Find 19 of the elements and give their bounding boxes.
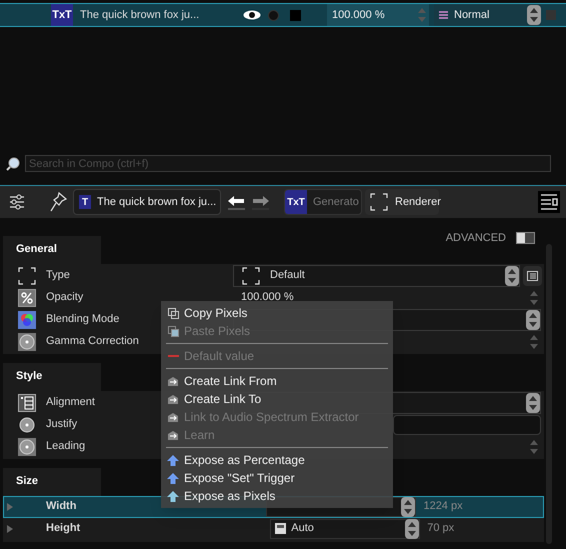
text-generator-icon: TxT (285, 190, 307, 214)
parameter-label: Type (46, 268, 70, 284)
parameter-label: Leading (46, 439, 86, 454)
section-header: General (3, 236, 101, 264)
parameter-label: Blending Mode (46, 312, 120, 328)
text-generator-icon: TxT (51, 4, 73, 26)
text-icon: T (79, 195, 91, 209)
parameter-label: Height (46, 521, 80, 536)
parameter-label: Gamma Correction (46, 334, 139, 350)
parameter-label: Justify (46, 417, 78, 432)
section-header: Style (3, 362, 101, 390)
layer-name: The quick brown fox ju... (80, 8, 200, 23)
parameter-label: Opacity (46, 290, 84, 306)
parameter-label: Alignment (46, 395, 95, 410)
parameter-value: 1224 px (423, 499, 463, 514)
section-header: Size (3, 468, 101, 496)
parameter-value: 70 px (427, 521, 454, 536)
parameter-label: Width (46, 499, 76, 514)
advanced-label: ADVANCED (446, 231, 506, 246)
